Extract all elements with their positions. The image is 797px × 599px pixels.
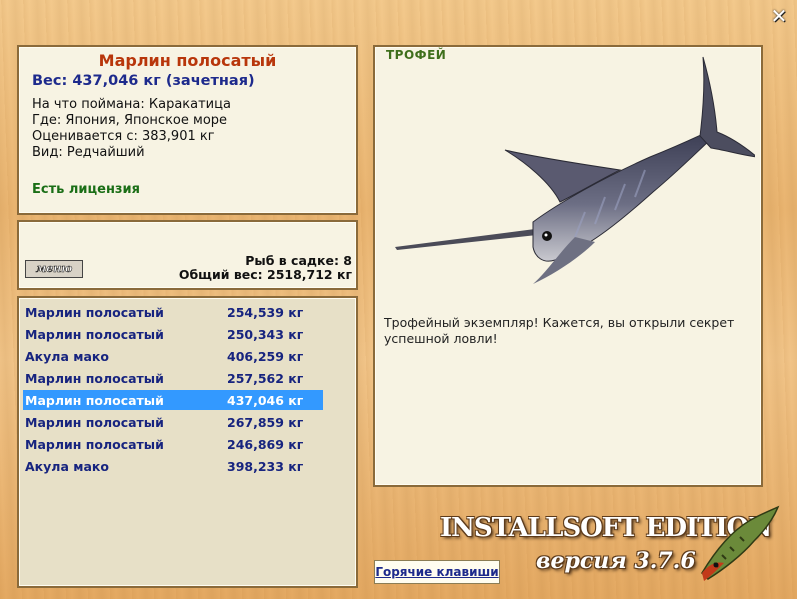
total-weight: Общий вес: 2518,712 кг [178,267,352,282]
catch-fish-weight: 250,343 кг [227,327,304,342]
location: Где: Япония, Японское море [32,113,228,128]
menu-button[interactable]: меню [25,260,83,278]
catch-fish-name: Акула мако [25,349,109,364]
catch-fish-name: Марлин полосатый [25,327,164,342]
fish-kind: Вид: Редчайший [32,145,145,160]
catch-fish-weight: 398,233 кг [227,459,304,474]
catch-fish-weight: 406,259 кг [227,349,304,364]
keepnet-stats-panel: меню Рыб в садке: 8 Общий вес: 2518,712 … [17,220,358,290]
catch-fish-name: Акула мако [25,459,109,474]
marlin-image [395,56,755,284]
caught-on: На что поймана: Каракатица [32,97,231,112]
catch-fish-weight: 267,859 кг [227,415,304,430]
catch-fish-name: Марлин полосатый [25,371,164,386]
fish-info-panel: Марлин полосатый Вес: 437,046 кг (зачетн… [17,45,358,215]
close-icon[interactable]: ✕ [770,6,788,26]
catch-fish-name: Марлин полосатый [25,437,164,452]
catch-list-row[interactable]: Акула мако 406,259 кг [23,346,323,366]
catch-fish-weight: 246,869 кг [227,437,304,452]
catch-fish-weight: 254,539 кг [227,305,304,320]
catch-list-row[interactable]: Марлин полосатый 267,859 кг [23,412,323,432]
version-label: версия 3.7.6 [536,548,696,574]
fish-weight: Вес: 437,046 кг (зачетная) [32,73,255,89]
catch-list-row[interactable]: Марлин полосатый 246,869 кг [23,434,323,454]
catch-fish-name: Марлин полосатый [25,393,164,408]
catch-list-row[interactable]: Марлин полосатый 257,562 кг [23,368,323,388]
trophy-description: Трофейный экземпляр! Кажется, вы открыли… [384,315,735,346]
catch-list-row[interactable]: Марлин полосатый 250,343 кг [23,324,323,344]
hotkeys-button[interactable]: Горячие клавиши [374,560,500,584]
trophy-panel: ТРОФЕЙ Трофейный экземпляр! Кажется, вы … [373,45,763,487]
catch-fish-weight: 257,562 кг [227,371,304,386]
fish-name: Марлин полосатый [98,51,277,70]
catch-list-row[interactable]: Акула мако 398,233 кг [23,456,323,476]
fish-count: Рыб в садке: 8 [245,253,352,268]
valued-from: Оценивается с: 383,901 кг [32,129,215,144]
license-status: Есть лицензия [32,182,140,197]
catch-list: Марлин полосатый 254,539 кг Марлин полосат… [17,296,358,588]
catch-fish-name: Марлин полосатый [25,415,164,430]
catch-fish-name: Марлин полосатый [25,305,164,320]
pike-logo [701,505,780,581]
catch-list-row[interactable]: Марлин полосатый 254,539 кг [23,302,323,322]
catch-list-row[interactable]: Марлин полосатый 437,046 кг [23,390,323,410]
catch-fish-weight: 437,046 кг [227,393,304,408]
